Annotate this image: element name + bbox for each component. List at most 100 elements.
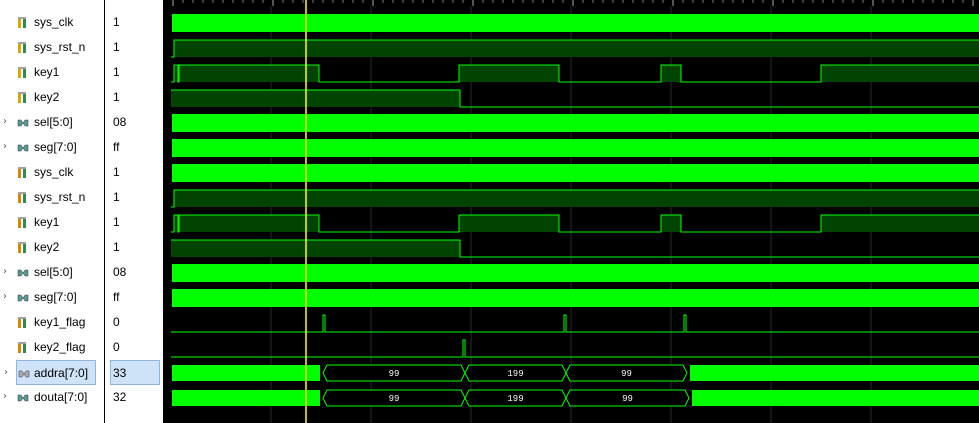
signal-value: 1 (113, 40, 120, 54)
signal-name: key2 (34, 240, 60, 254)
logic-signal-icon (17, 341, 29, 353)
expand-chevron-icon[interactable]: › (3, 391, 7, 402)
high-level-fill (661, 65, 681, 82)
signal-value-cell[interactable]: 32 (105, 385, 163, 410)
signal-row-key2[interactable]: key2 (0, 235, 104, 260)
bus-signal-icon (17, 266, 29, 278)
expand-chevron-icon[interactable]: › (3, 266, 7, 277)
bus-value-label: 99 (622, 394, 633, 404)
expand-chevron-icon[interactable]: › (4, 367, 8, 378)
logic-signal-icon (17, 166, 29, 178)
bus-signal-icon (18, 367, 30, 379)
dense-wave-band (172, 365, 320, 381)
expand-chevron-icon[interactable]: › (3, 291, 7, 302)
signal-name: seg[7:0] (34, 290, 77, 304)
signal-name: key2_flag (34, 340, 86, 354)
signal-value-cell[interactable]: 08 (105, 110, 163, 135)
dense-wave-band (172, 139, 979, 157)
signal-value-cell[interactable]: ff (105, 285, 163, 310)
high-level-fill (821, 215, 979, 232)
signal-name: key2 (34, 90, 60, 104)
waveform-canvas[interactable]: 99 199 99 99 199 99 (171, 0, 979, 423)
bus-value-label: 199 (507, 369, 523, 379)
high-level-fill (174, 40, 979, 57)
dense-wave-band (172, 264, 979, 282)
signal-value-cell[interactable]: 1 (105, 160, 163, 185)
signal-name: key1_flag (34, 315, 86, 329)
signal-row-key1[interactable]: key1 (0, 210, 104, 235)
signal-value: 33 (113, 366, 127, 380)
signal-value-cell[interactable]: 1 (105, 235, 163, 260)
logic-signal-icon (17, 241, 29, 253)
dense-wave-band (172, 114, 979, 132)
signal-value: 1 (113, 190, 120, 204)
signal-row-key1_flag[interactable]: key1_flag (0, 310, 104, 335)
waveform-viewer: sys_clk sys_rst_n key1 key2 › sel[5:0] › seg[7:… (0, 0, 979, 423)
high-level-fill (459, 65, 559, 82)
signal-row-sys_clk[interactable]: sys_clk (0, 10, 104, 35)
time-ruler (171, 0, 979, 6)
signal-value-cell[interactable]: ff (105, 135, 163, 160)
signal-row-sel[interactable]: › sel[5:0] (0, 260, 104, 285)
bus-signal-icon (17, 141, 29, 153)
bus-signal-icon (17, 291, 29, 303)
logic-trace (171, 339, 979, 358)
signal-value-cell[interactable]: 08 (105, 260, 163, 285)
signal-row-key1[interactable]: key1 (0, 60, 104, 85)
signal-row-sys_rst_n[interactable]: sys_rst_n (0, 185, 104, 210)
high-level-fill (179, 215, 319, 232)
logic-signal-icon (17, 41, 29, 53)
signal-value-cell[interactable]: 1 (105, 60, 163, 85)
signal-name: sys_clk (34, 15, 74, 29)
logic-signal-icon (17, 316, 29, 328)
logic-signal-icon (17, 91, 29, 103)
signal-value-cell[interactable]: 0 (105, 335, 163, 360)
signal-value-cell[interactable]: 33 (110, 360, 160, 385)
signal-value-cell[interactable]: 1 (105, 85, 163, 110)
dense-wave-band (692, 390, 979, 406)
bus-value-label: 99 (389, 369, 400, 379)
signal-row-seg[interactable]: › seg[7:0] (0, 135, 104, 160)
signal-row-sys_clk[interactable]: sys_clk (0, 160, 104, 185)
signal-value: ff (113, 290, 120, 304)
signal-value: 0 (113, 340, 120, 354)
signal-row-douta[interactable]: › douta[7:0] (0, 385, 104, 410)
signal-row-sel[interactable]: › sel[5:0] (0, 110, 104, 135)
signal-row-sys_rst_n[interactable]: sys_rst_n (0, 35, 104, 60)
expand-chevron-icon[interactable]: › (3, 116, 7, 127)
dense-wave-band (690, 365, 979, 381)
bus-value-label: 99 (621, 369, 632, 379)
signal-value-cell[interactable]: 0 (105, 310, 163, 335)
signal-value-cell[interactable]: 1 (105, 10, 163, 35)
signal-value: 1 (113, 165, 120, 179)
signal-row-addra[interactable]: › addra[7:0] (4, 360, 96, 385)
dense-wave-band (172, 390, 320, 406)
signal-value-cell[interactable]: 1 (105, 210, 163, 235)
logic-signal-icon (17, 191, 29, 203)
signal-value: 1 (113, 215, 120, 229)
dense-wave-band (172, 164, 979, 182)
signal-value: 1 (113, 240, 120, 254)
logic-signal-icon (17, 16, 29, 28)
signal-value: 1 (113, 65, 120, 79)
high-level-fill (661, 215, 681, 232)
signal-name: key1 (34, 65, 60, 79)
high-level-fill (172, 240, 460, 257)
signal-name: sys_clk (34, 165, 74, 179)
signal-row-key2[interactable]: key2 (0, 85, 104, 110)
signal-row-key2_flag[interactable]: key2_flag (0, 335, 104, 360)
signal-name: key1 (34, 215, 60, 229)
high-level-fill (179, 65, 319, 82)
signal-name: addra[7:0] (34, 366, 89, 380)
high-level-fill (171, 90, 172, 107)
expand-chevron-icon[interactable]: › (3, 141, 7, 152)
signal-name: seg[7:0] (34, 140, 77, 154)
high-level-fill (459, 215, 559, 232)
signal-value-cell[interactable]: 1 (105, 185, 163, 210)
dense-wave-band (172, 289, 979, 307)
signal-row-seg[interactable]: › seg[7:0] (0, 285, 104, 310)
signal-value-cell[interactable]: 1 (105, 35, 163, 60)
logic-signal-icon (17, 66, 29, 78)
signal-name: douta[7:0] (34, 390, 88, 404)
signal-name: sys_rst_n (34, 40, 86, 54)
